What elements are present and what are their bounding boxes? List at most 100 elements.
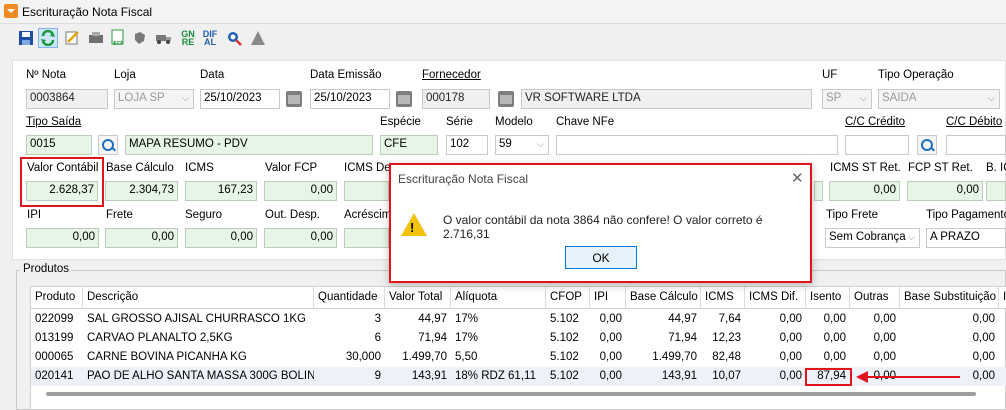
valor-fcp-field[interactable]: 0,00 [264, 181, 337, 201]
col-header-icms[interactable]: ICMS [701, 287, 745, 309]
cell-outras: 0,00 [873, 313, 896, 325]
warning-dialog: Escrituração Nota Fiscal ✕ ! O valor con… [389, 163, 812, 283]
cell-icms-dif: 0,00 [779, 370, 802, 382]
horizontal-scrollbar[interactable] [46, 392, 976, 396]
fornecedor-code-field[interactable]: 000178 [422, 89, 490, 109]
col-header-ipi[interactable]: IPI [590, 287, 626, 309]
fcp-st-ret-label: FCP ST Ret. [908, 162, 973, 174]
chevron-down-icon: ⌵ [537, 139, 544, 149]
refresh-icon[interactable] [38, 28, 58, 48]
col-header-base-calculo[interactable]: Base Cálculo [626, 287, 701, 309]
base-calculo-field[interactable]: 2.304,73 [105, 181, 178, 201]
loja-select[interactable]: LOJA SP ⌵ [114, 89, 194, 109]
calendar-icon[interactable] [396, 91, 412, 107]
especie-field[interactable]: CFE [380, 135, 438, 155]
uf-label: UF [822, 69, 838, 81]
col-header-descricao[interactable]: Descrição [83, 287, 314, 309]
ipi-label: IPI [27, 209, 42, 221]
modelo-label: Modelo [495, 116, 533, 128]
serie-field[interactable]: 102 [446, 135, 488, 155]
out-desp-field[interactable]: 0,00 [264, 228, 337, 248]
tipo-saida-code-field[interactable]: 0015 [26, 135, 92, 155]
tipo-pagamento-select[interactable]: A PRAZO [926, 228, 1006, 248]
tipo-frete-label: Tipo Frete [826, 209, 878, 221]
cell-icms: 7,64 [718, 313, 741, 325]
col-header-aliquota[interactable]: Alíquota [451, 287, 546, 309]
cell-icms-dif: 0,00 [779, 332, 802, 344]
table-row[interactable]: 013199 CARVAO PLANALTO 2,5KG 6 71,94 17% 5.10… [31, 329, 1006, 348]
col-header-valor-total[interactable]: Valor Total [385, 287, 451, 309]
data-field[interactable]: 25/10/2023 [200, 89, 280, 109]
nota-field[interactable]: 0003864 [26, 89, 108, 109]
modelo-select[interactable]: 59 ⌵ [495, 135, 549, 155]
emissao-label: Data Emissão [310, 69, 382, 81]
uf-select[interactable]: SP ⌵ [822, 89, 872, 109]
col-header-produto[interactable]: Produto [31, 287, 83, 309]
table-row[interactable]: 000065 CARNE BOVINA PICANHA KG 30,000 1.499… [31, 348, 1006, 367]
tipo-saida-label[interactable]: Tipo Saída [26, 116, 81, 128]
acrescimo-field[interactable] [344, 228, 389, 248]
uf-value: SP [826, 92, 842, 104]
document-icon[interactable]: ECF [108, 28, 128, 48]
printer-icon[interactable] [86, 28, 106, 48]
icms-st-ret-field[interactable]: 0,00 [829, 181, 900, 201]
cell-icms: 82,48 [712, 351, 741, 363]
red-arrow-line [868, 376, 960, 378]
col-header-base-substituicao[interactable]: Base Substituição [900, 287, 999, 309]
icms-des-label: ICMS De [344, 162, 391, 174]
chevron-down-icon: ⌵ [860, 93, 867, 103]
cell-valor-total: 1.499,70 [402, 351, 447, 363]
cc-credito-field[interactable] [845, 135, 909, 155]
tipo-frete-select[interactable]: Sem Cobrança ⌵ [825, 228, 920, 248]
tipo-saida-search-icon[interactable] [98, 135, 118, 155]
save-icon[interactable] [16, 28, 36, 48]
fornecedor-search-icon[interactable] [498, 91, 514, 107]
col-header-isento[interactable]: Isento [806, 287, 850, 309]
gnre-icon[interactable]: GN RE [178, 28, 198, 48]
difal-label: DIF AL [202, 29, 218, 47]
close-icon[interactable]: ✕ [791, 169, 804, 187]
tipo-operacao-select[interactable]: SAIDA ⌵ [878, 89, 1000, 109]
col-header-more[interactable]: I [999, 287, 1006, 309]
especie-label: Espécie [380, 116, 421, 128]
table-row[interactable]: 022099 SAL GROSSO AJISAL CHURRASCO 1KG 3 44… [31, 310, 1006, 329]
app-menu-icon[interactable] [4, 4, 18, 18]
cell-ipi: 0,00 [599, 332, 622, 344]
cc-credito-label[interactable]: C/C Crédito [845, 116, 905, 128]
cell-cfop: 5.102 [550, 332, 579, 344]
magnifier-icon[interactable] [224, 28, 244, 48]
cc-debito-field[interactable] [946, 135, 1006, 155]
loja-value: LOJA SP [118, 92, 165, 104]
valor-contabil-highlight [20, 157, 104, 207]
chevron-down-icon: ⌵ [182, 93, 189, 103]
seguro-field[interactable]: 0,00 [185, 228, 257, 248]
cc-debito-label[interactable]: C/C Débito [946, 116, 1002, 128]
fornecedor-label[interactable]: Fornecedor [422, 69, 481, 81]
emissao-field[interactable]: 25/10/2023 [310, 89, 390, 109]
calendar-icon[interactable] [286, 91, 302, 107]
col-header-icms-dif[interactable]: ICMS Dif. [745, 287, 806, 309]
cell-isento: 0,00 [823, 351, 846, 363]
cc-credito-search-icon[interactable] [917, 135, 937, 155]
map-icon[interactable] [130, 28, 150, 48]
chave-nfe-field[interactable] [556, 135, 838, 155]
ok-button[interactable]: OK [565, 246, 637, 269]
icms-field[interactable]: 167,23 [185, 181, 257, 201]
tipo-pagamento-label: Tipo Pagamento [926, 209, 1006, 221]
cell-quantidade: 9 [374, 370, 381, 382]
col-header-cfop[interactable]: CFOP [546, 287, 590, 309]
loja-label: Loja [114, 69, 136, 81]
truck-icon[interactable] [154, 28, 174, 48]
ipi-field[interactable]: 0,00 [26, 228, 99, 248]
edit-icon[interactable] [62, 28, 82, 48]
b-ic-field[interactable] [986, 181, 1006, 201]
alert-icon[interactable] [248, 28, 268, 48]
cell-aliquota: 5,50 [455, 351, 478, 363]
col-header-quantidade[interactable]: Quantidade [314, 287, 385, 309]
difal-icon[interactable]: DIF AL [200, 28, 220, 48]
frete-field[interactable]: 0,00 [105, 228, 178, 248]
icms-des-field[interactable] [344, 181, 389, 201]
col-header-outras[interactable]: Outras [850, 287, 900, 309]
fornecedor-name-field: VR SOFTWARE LTDA [521, 89, 812, 109]
fcp-st-ret-field[interactable]: 0,00 [907, 181, 983, 201]
